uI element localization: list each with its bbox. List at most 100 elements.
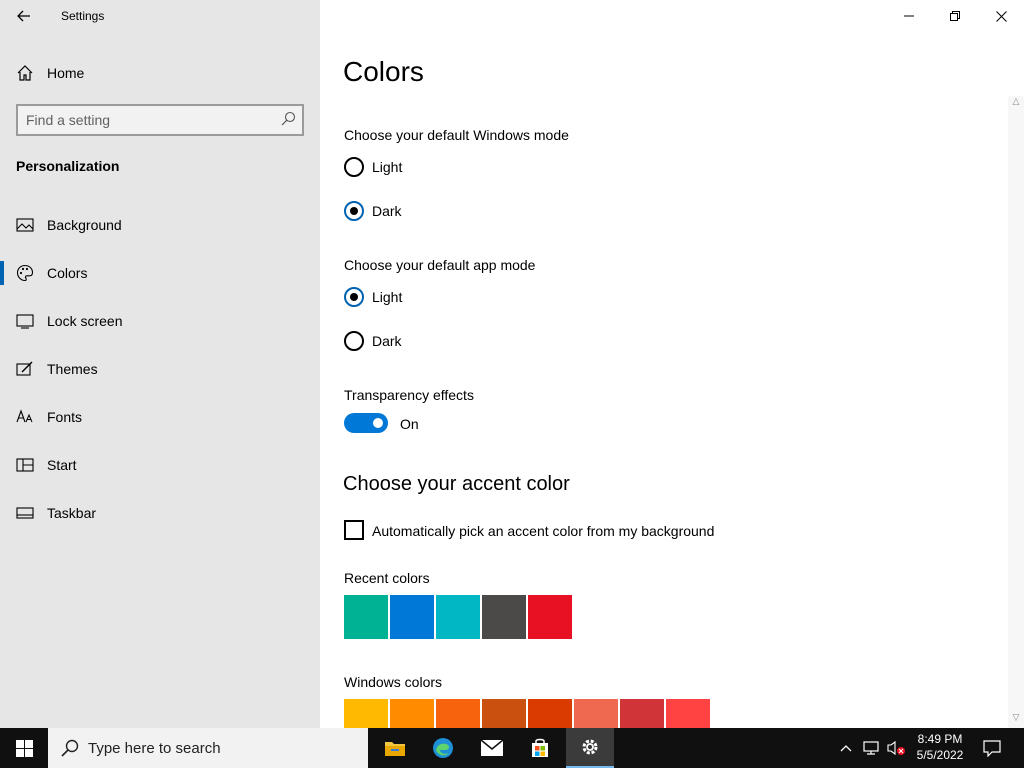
- folder-icon: [385, 742, 405, 756]
- notification-icon: [983, 740, 1001, 757]
- color-swatch[interactable]: [666, 699, 710, 728]
- action-center-button[interactable]: [978, 728, 1006, 768]
- scroll-down-icon[interactable]: ▽: [1010, 712, 1022, 726]
- volume-muted-icon: [887, 740, 905, 756]
- windows-logo-icon: [15, 739, 33, 757]
- color-swatch[interactable]: [390, 595, 434, 639]
- sidebar-home[interactable]: Home: [0, 58, 320, 88]
- mail-icon: [480, 739, 504, 756]
- color-swatch[interactable]: [620, 699, 664, 728]
- sidebar-item-label: Colors: [47, 265, 88, 281]
- windows-colors: [344, 699, 710, 728]
- restore-button[interactable]: [932, 0, 978, 32]
- page-title: Colors: [343, 56, 424, 87]
- toggle-knob: [373, 418, 383, 428]
- windows-colors-label: Windows colors: [344, 674, 443, 690]
- sidebar-item-colors[interactable]: Colors: [0, 253, 320, 293]
- color-swatch[interactable]: [436, 595, 480, 639]
- radio-label: Dark: [372, 203, 402, 219]
- taskbar-icon: [16, 507, 34, 519]
- sidebar-item-themes[interactable]: Themes: [0, 349, 320, 389]
- transparency-toggle[interactable]: [344, 413, 388, 433]
- palette-icon: [16, 264, 34, 282]
- sidebar-item-label: Lock screen: [47, 313, 123, 329]
- accent-color-heading: Choose your accent color: [343, 473, 570, 495]
- app-mode-label: Choose your default app mode: [344, 257, 536, 273]
- search-icon: [61, 739, 79, 757]
- settings-app-button[interactable]: [566, 728, 614, 768]
- home-icon: [17, 65, 33, 81]
- sidebar-item-label: Themes: [47, 361, 98, 377]
- taskbar-search-placeholder: Type here to search: [88, 740, 221, 757]
- sidebar-item-start[interactable]: Start: [0, 445, 320, 485]
- restore-icon: [950, 11, 960, 21]
- store-icon: [532, 738, 548, 757]
- color-swatch[interactable]: [344, 595, 388, 639]
- lock-screen-icon: [16, 314, 34, 329]
- sidebar-item-label: Taskbar: [47, 505, 97, 521]
- minimize-button[interactable]: [886, 0, 932, 32]
- show-hidden-icons-button[interactable]: [836, 728, 856, 768]
- radio-label: Light: [372, 159, 403, 175]
- picture-icon: [16, 218, 34, 232]
- app-mode-light-radio[interactable]: Light: [344, 285, 544, 309]
- start-button[interactable]: [0, 728, 48, 768]
- sidebar-item-background[interactable]: Background: [0, 205, 320, 245]
- auto-accent-checkbox[interactable]: Automatically pick an accent color from …: [344, 520, 764, 542]
- section-title: Personalization: [16, 158, 120, 174]
- taskbar: Type here to search 8:49 PM 5/5/2022: [0, 728, 1024, 768]
- minimize-icon: [904, 15, 914, 17]
- sidebar-item-label: Background: [47, 217, 122, 233]
- sidebar-item-lock-screen[interactable]: Lock screen: [0, 301, 320, 341]
- sidebar-item-label: Fonts: [47, 409, 83, 425]
- recent-colors-label: Recent colors: [344, 570, 430, 586]
- back-arrow-icon: [17, 10, 30, 22]
- edge-button[interactable]: [419, 728, 467, 768]
- transparency-state: On: [400, 416, 419, 432]
- sidebar-item-taskbar[interactable]: Taskbar: [0, 493, 320, 533]
- settings-sidebar: Settings Home Personalization Background…: [0, 0, 320, 728]
- clock-time: 8:49 PM: [917, 732, 963, 746]
- radio-label: Light: [372, 289, 403, 305]
- network-icon: [863, 741, 879, 755]
- chevron-up-icon: [840, 745, 852, 752]
- volume-button[interactable]: [884, 728, 908, 768]
- windows-mode-light-radio[interactable]: Light: [344, 155, 544, 179]
- gear-icon: [582, 739, 598, 755]
- color-swatch[interactable]: [436, 699, 480, 728]
- find-setting-search[interactable]: [16, 104, 304, 136]
- window-title: Settings: [61, 9, 105, 23]
- color-swatch[interactable]: [344, 699, 388, 728]
- back-button[interactable]: [8, 4, 40, 28]
- clock[interactable]: 8:49 PM 5/5/2022: [910, 731, 970, 765]
- scrollbar[interactable]: [1008, 96, 1024, 728]
- file-explorer-button[interactable]: [371, 728, 419, 768]
- edge-icon: [433, 738, 453, 758]
- radio-circle: [344, 287, 364, 307]
- taskbar-search-box[interactable]: Type here to search: [48, 728, 368, 768]
- radio-label: Dark: [372, 333, 402, 349]
- color-swatch[interactable]: [482, 699, 526, 728]
- color-swatch[interactable]: [574, 699, 618, 728]
- color-swatch[interactable]: [528, 699, 572, 728]
- fonts-icon: [16, 409, 33, 423]
- color-swatch[interactable]: [482, 595, 526, 639]
- sidebar-item-fonts[interactable]: Fonts: [0, 397, 320, 437]
- recent-colors: [344, 595, 572, 639]
- app-mode-dark-radio[interactable]: Dark: [344, 329, 544, 353]
- transparency-label: Transparency effects: [344, 387, 474, 403]
- mail-button[interactable]: [468, 728, 516, 768]
- themes-icon: [16, 361, 33, 376]
- windows-mode-dark-radio[interactable]: Dark: [344, 199, 544, 223]
- close-icon: [995, 10, 1007, 22]
- color-swatch[interactable]: [390, 699, 434, 728]
- windows-mode-label: Choose your default Windows mode: [344, 127, 569, 143]
- store-button[interactable]: [516, 728, 564, 768]
- find-setting-input[interactable]: [26, 110, 266, 130]
- close-button[interactable]: [978, 0, 1024, 32]
- radio-circle: [344, 201, 364, 221]
- color-swatch[interactable]: [528, 595, 572, 639]
- network-button[interactable]: [860, 728, 882, 768]
- scroll-up-icon[interactable]: △: [1010, 96, 1022, 110]
- radio-circle: [344, 331, 364, 351]
